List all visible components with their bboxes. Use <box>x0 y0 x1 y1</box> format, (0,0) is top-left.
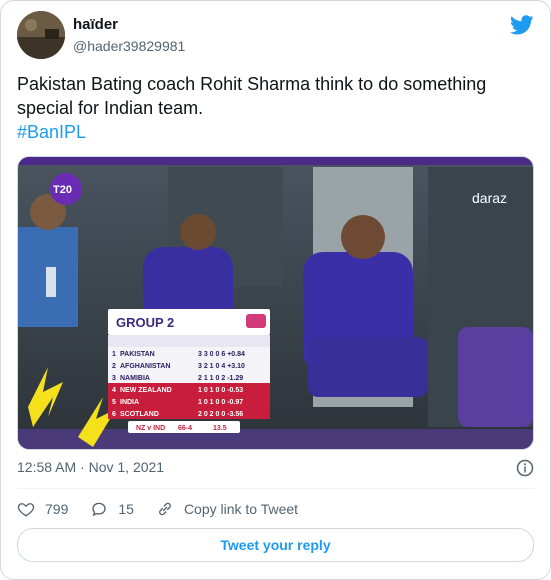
twitter-bird-icon[interactable] <box>510 13 534 37</box>
info-icon[interactable] <box>516 459 534 477</box>
table-row-team: SCOTLAND <box>120 411 159 418</box>
table-row-team: NEW ZEALAND <box>120 387 172 394</box>
table-row-pos: 4 <box>112 387 116 394</box>
tweet-actions: 799 15 Copy link to Tweet <box>17 498 320 520</box>
daraz-watermark: daraz <box>472 190 507 206</box>
table-row-vals: 3 3 0 0 6 +0.84 <box>198 351 245 358</box>
tweet-timestamp[interactable]: 12:58 AM · Nov 1, 2021 <box>17 459 164 475</box>
hashtag-link[interactable]: #BanIPL <box>17 120 532 144</box>
tweet-body: Pakistan Bating coach Rohit Sharma think… <box>17 74 487 118</box>
table-row-team: PAKISTAN <box>120 351 155 358</box>
avatar[interactable] <box>17 11 65 59</box>
score-bar-overs: 13.5 <box>213 425 227 432</box>
table-row-team: NAMIBIA <box>120 375 150 382</box>
table-row-team: INDIA <box>120 399 139 406</box>
like-button[interactable]: 799 <box>17 500 68 518</box>
score-bar-teams: NZ v IND <box>136 425 165 432</box>
tweet-your-reply-button[interactable]: Tweet your reply <box>17 528 534 562</box>
reply-count: 15 <box>118 501 134 517</box>
like-count: 799 <box>45 501 69 517</box>
group-title: GROUP 2 <box>116 315 174 330</box>
score-bar-score: 66-4 <box>178 425 192 432</box>
heart-icon <box>17 503 35 517</box>
author-display-name[interactable]: haïder <box>73 16 118 33</box>
table-row-pos: 2 <box>112 363 116 370</box>
link-icon <box>159 502 171 516</box>
table-row-vals: 2 0 2 0 0 -3.56 <box>198 411 243 418</box>
reply-icon <box>92 502 107 517</box>
table-row-vals: 1 0 1 0 0 -0.53 <box>198 387 243 394</box>
table-row-team: AFGHANISTAN <box>120 363 170 370</box>
t20-logo-text: T20 <box>53 184 72 196</box>
tweet-media-image[interactable]: T20 daraz GROUP 2 1 PAKISTAN 3 3 0 0 6 +… <box>17 156 534 450</box>
table-row-vals: 1 0 1 0 0 -0.97 <box>198 399 243 406</box>
table-row-vals: 2 1 1 0 2 -1.29 <box>198 375 243 382</box>
author-handle[interactable]: @hader39829981 <box>73 38 185 54</box>
table-row-pos: 1 <box>112 351 116 358</box>
reply-button[interactable]: 15 <box>90 500 134 518</box>
table-row-vals: 3 2 1 0 4 +3.10 <box>198 363 245 370</box>
divider <box>17 488 534 489</box>
table-row-pos: 5 <box>112 399 116 406</box>
tweet-card: haïder @hader39829981 Pakistan Bating co… <box>0 0 551 580</box>
group-standings-table: GROUP 2 1 PAKISTAN 3 3 0 0 6 +0.84 2 AFG… <box>108 309 270 433</box>
tweet-text: Pakistan Bating coach Rohit Sharma think… <box>17 72 532 144</box>
copy-link-label: Copy link to Tweet <box>183 501 299 517</box>
table-row-pos: 3 <box>112 375 116 382</box>
table-row-pos: 6 <box>112 411 116 418</box>
copy-link-button[interactable]: Copy link to Tweet <box>156 500 298 518</box>
